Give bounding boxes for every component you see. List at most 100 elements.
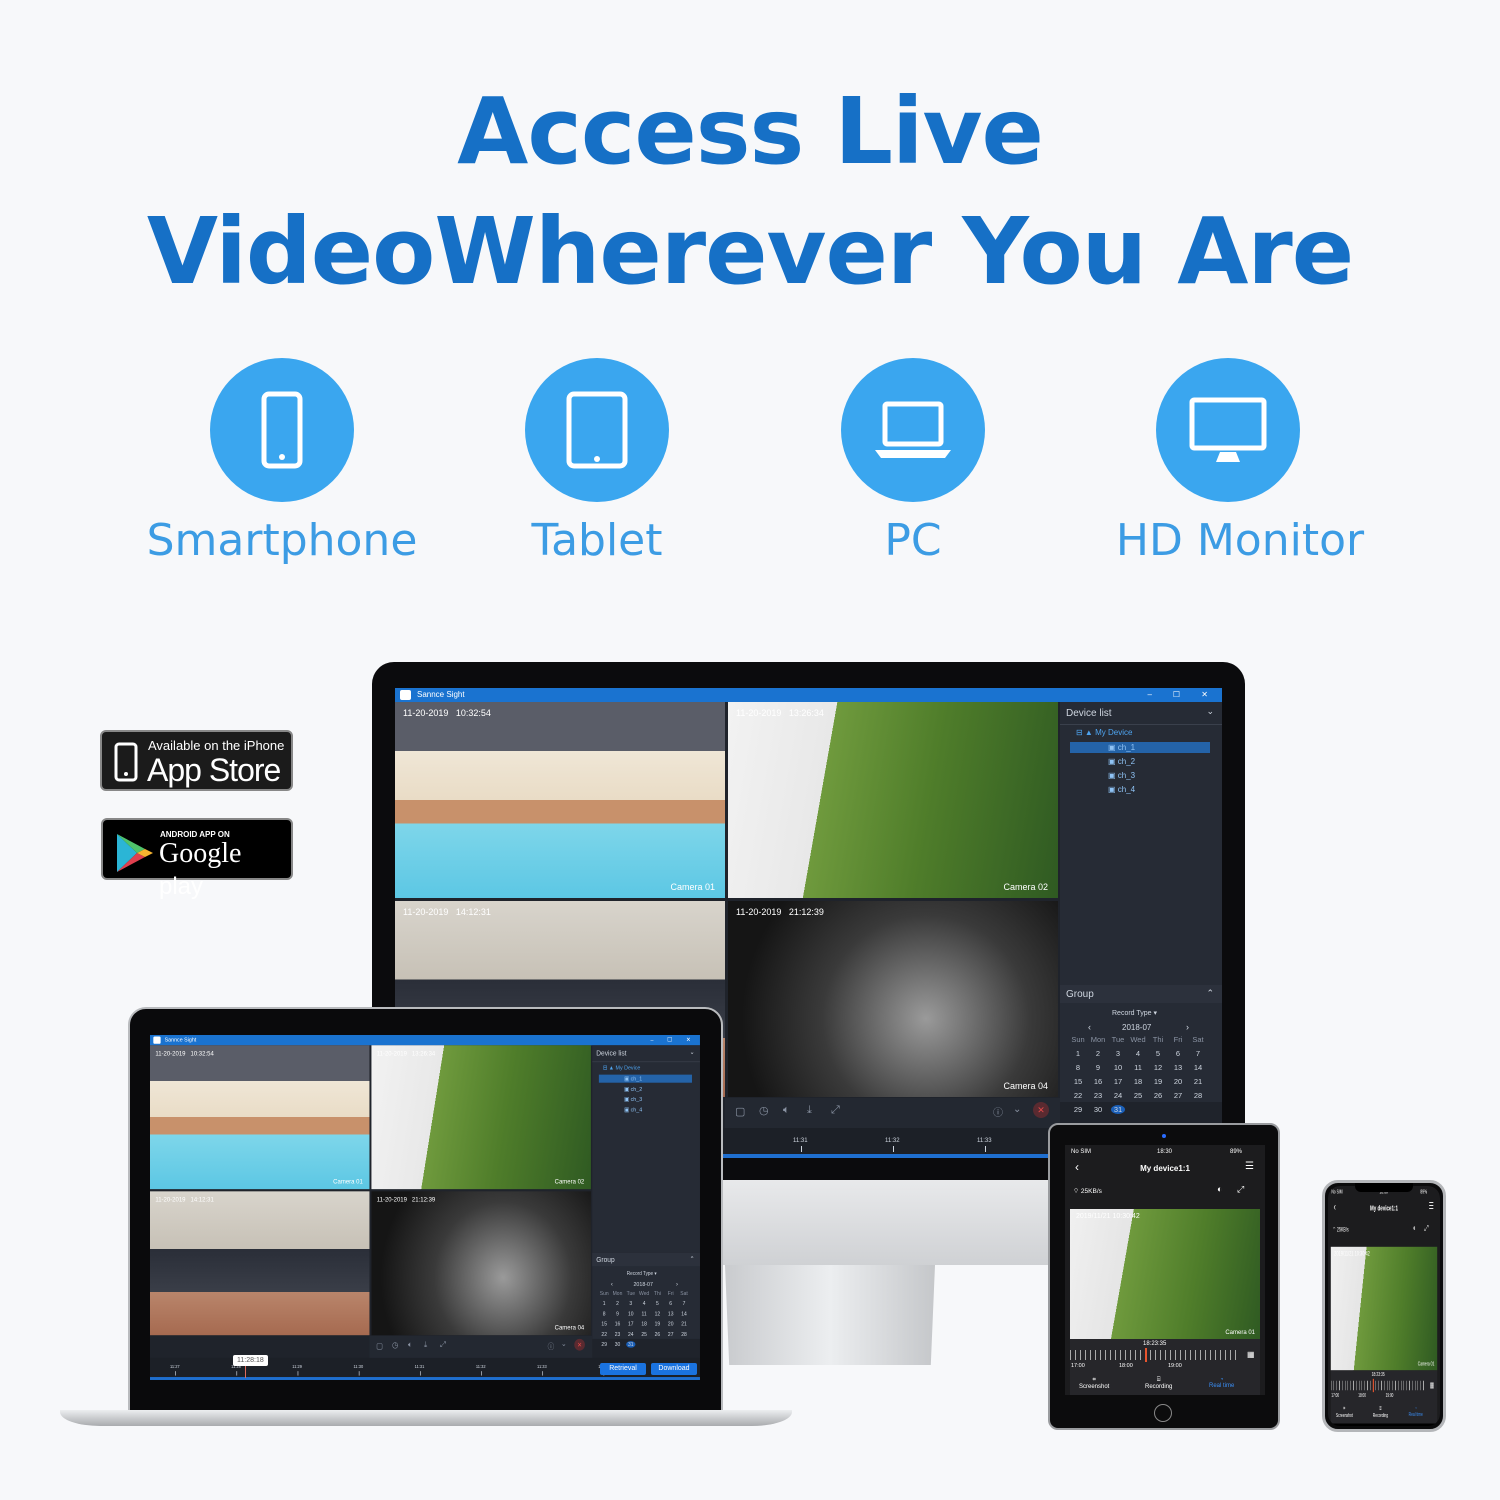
calendar-day[interactable]: 17 (624, 1321, 637, 1328)
calendar-day[interactable]: 23 (611, 1331, 624, 1338)
calendar-day[interactable]: 21 (1188, 1077, 1208, 1086)
calendar-day[interactable]: 13 (664, 1310, 677, 1317)
timer-icon[interactable]: ◷ (759, 1104, 769, 1117)
mute-icon[interactable]: 🔈︎ (408, 1340, 412, 1350)
download-icon[interactable]: ⤓ (424, 1340, 427, 1350)
menu-icon[interactable]: ☰ (1245, 1161, 1254, 1172)
collapse-icon[interactable]: ⌄ (561, 1340, 567, 1348)
calendar-day[interactable]: 6 (664, 1300, 677, 1307)
camera-tile-2[interactable]: 11-20-2019 13:26:34 Camera 02 (728, 702, 1058, 898)
tree-channel[interactable]: ▣ ch_1 (1108, 743, 1135, 752)
minimize-button[interactable]: – (1148, 688, 1152, 702)
calendar-day[interactable]: 31 (626, 1341, 636, 1348)
calendar-day[interactable]: 30 (1088, 1105, 1108, 1114)
recording-button[interactable]: ⌸ Recording (1373, 1406, 1388, 1418)
timer-icon[interactable]: ◷ (392, 1340, 398, 1350)
calendar-day[interactable]: 5 (1148, 1049, 1168, 1058)
calendar-day[interactable]: 26 (1148, 1091, 1168, 1100)
help-icon[interactable]: ⓘ (993, 1104, 1003, 1119)
tree-root-my-device[interactable]: ⊟ ▲ My Device (1076, 728, 1132, 737)
calendar-day[interactable]: 12 (1148, 1063, 1168, 1072)
close-playback-icon[interactable]: ✕ (1033, 1102, 1049, 1118)
calendar-day[interactable]: 24 (624, 1331, 637, 1338)
calendar-day[interactable]: 4 (1128, 1049, 1148, 1058)
calendar-day[interactable]: 15 (598, 1321, 611, 1328)
calendar-day[interactable]: 2 (611, 1300, 624, 1307)
calendar-day[interactable]: 3 (624, 1300, 637, 1307)
tree-channel[interactable]: ▣ ch_2 (1108, 757, 1135, 766)
stop-icon[interactable]: ▢ (376, 1341, 383, 1351)
calendar-day[interactable]: 20 (664, 1321, 677, 1328)
google-play-badge[interactable]: ANDROID APP ON Google play (101, 818, 293, 900)
calendar-day[interactable]: 9 (1088, 1063, 1108, 1072)
calendar-day[interactable]: 20 (1168, 1077, 1188, 1086)
calendar-day[interactable]: 24 (1108, 1091, 1128, 1100)
calendar-day[interactable]: 11 (1128, 1063, 1148, 1072)
tree-channel[interactable]: ▣ ch_3 (1108, 771, 1135, 780)
calendar-day[interactable]: 31 (1111, 1105, 1125, 1114)
camera-tile-4[interactable]: 11-20-2019 21:12:39 Camera 04 (371, 1191, 591, 1336)
tree-channel[interactable]: ▣ ch_4 (624, 1106, 642, 1113)
device-list-header[interactable]: Device list (1066, 708, 1112, 719)
calendar-day[interactable]: 1 (1068, 1049, 1088, 1058)
group-header[interactable]: Group (596, 1256, 614, 1264)
camera-tile-1[interactable]: 11-20-2019 10:32:54 Camera 01 (395, 702, 725, 898)
minimize-button[interactable]: – (650, 1035, 653, 1045)
calendar-day[interactable]: 5 (651, 1300, 664, 1307)
chevron-up-icon[interactable]: ⌃ (690, 1255, 695, 1263)
calendar-day[interactable]: 9 (611, 1310, 624, 1317)
record-type-dropdown[interactable]: Record Type ▾ (1112, 1009, 1157, 1017)
audio-icon[interactable]: ◐ (1217, 1184, 1222, 1194)
record-type-dropdown[interactable]: Record Type ▾ (627, 1271, 657, 1276)
calendar-day[interactable]: 18 (1128, 1077, 1148, 1086)
calendar-day[interactable]: 26 (651, 1331, 664, 1338)
app-store-badge[interactable]: Available on the iPhone App Store (100, 730, 293, 791)
calendar-day[interactable]: 30 (611, 1341, 624, 1348)
maximize-button[interactable]: ☐ (1173, 688, 1180, 702)
fullscreen-icon[interactable]: ⤢ (1237, 1184, 1244, 1195)
tree-channel[interactable]: ▣ ch_3 (624, 1096, 642, 1103)
calendar-icon[interactable]: ▦ (1430, 1381, 1434, 1390)
calendar-day[interactable]: 11 (637, 1310, 650, 1317)
screenshot-button[interactable]: ⌗ Screenshot (1079, 1377, 1109, 1390)
calendar-day[interactable]: 2 (1088, 1049, 1108, 1058)
calendar-day[interactable]: 27 (1168, 1091, 1188, 1100)
calendar-day[interactable]: 25 (1128, 1091, 1148, 1100)
menu-icon[interactable]: ☰ (1429, 1201, 1434, 1211)
calendar-day[interactable]: 7 (1188, 1049, 1208, 1058)
fullscreen-icon[interactable]: ⤢ (440, 1340, 446, 1350)
retrieval-button[interactable]: Retrieval (600, 1363, 646, 1375)
chevron-up-icon[interactable]: ⌃ (1206, 988, 1214, 999)
tree-root-my-device[interactable]: ⊟ ▲ My Device (603, 1064, 641, 1071)
help-icon[interactable]: ⓘ (548, 1340, 555, 1351)
tree-channel[interactable]: ▣ ch_2 (624, 1086, 642, 1093)
device-list-header[interactable]: Device list (596, 1050, 626, 1058)
real-time-button[interactable]: ◔ Real time (1409, 1406, 1423, 1417)
chevron-down-icon[interactable]: ⌄ (1206, 706, 1214, 717)
live-video[interactable]: 2019/11/21 10:30:42 Camera 01 (1330, 1246, 1438, 1371)
real-time-button[interactable]: ◔ Real time (1209, 1377, 1234, 1389)
fullscreen-icon[interactable]: ⤢ (1424, 1223, 1428, 1233)
calendar-day[interactable]: 8 (1068, 1063, 1088, 1072)
calendar-day[interactable]: 17 (1108, 1077, 1128, 1086)
mobile-timeline[interactable] (1330, 1380, 1426, 1391)
collapse-icon[interactable]: ⌄ (1013, 1104, 1021, 1115)
live-video[interactable]: 2019/11/21 10:30:42 Camera 01 (1070, 1209, 1260, 1339)
calendar-day[interactable]: 8 (598, 1310, 611, 1317)
calendar-day[interactable]: 15 (1068, 1077, 1088, 1086)
calendar-day[interactable]: 19 (651, 1321, 664, 1328)
prev-month-button[interactable]: ‹ (611, 1280, 613, 1287)
calendar-day[interactable]: 14 (677, 1310, 690, 1317)
maximize-button[interactable]: ☐ (667, 1035, 672, 1045)
close-button[interactable]: ✕ (686, 1035, 690, 1045)
camera-tile-1[interactable]: 11-20-2019 10:32:54 Camera 01 (150, 1045, 370, 1190)
chevron-down-icon[interactable]: ⌄ (690, 1048, 695, 1056)
camera-tile-3[interactable]: 11-20-2019 14:12:31 (150, 1191, 370, 1336)
calendar-day[interactable]: 10 (624, 1310, 637, 1317)
calendar-day[interactable]: 28 (1188, 1091, 1208, 1100)
close-button[interactable]: ✕ (1201, 688, 1208, 702)
calendar-day[interactable]: 16 (1088, 1077, 1108, 1086)
calendar-day[interactable]: 29 (598, 1341, 611, 1348)
tree-channel[interactable]: ▣ ch_1 (624, 1075, 642, 1082)
calendar-day[interactable]: 10 (1108, 1063, 1128, 1072)
